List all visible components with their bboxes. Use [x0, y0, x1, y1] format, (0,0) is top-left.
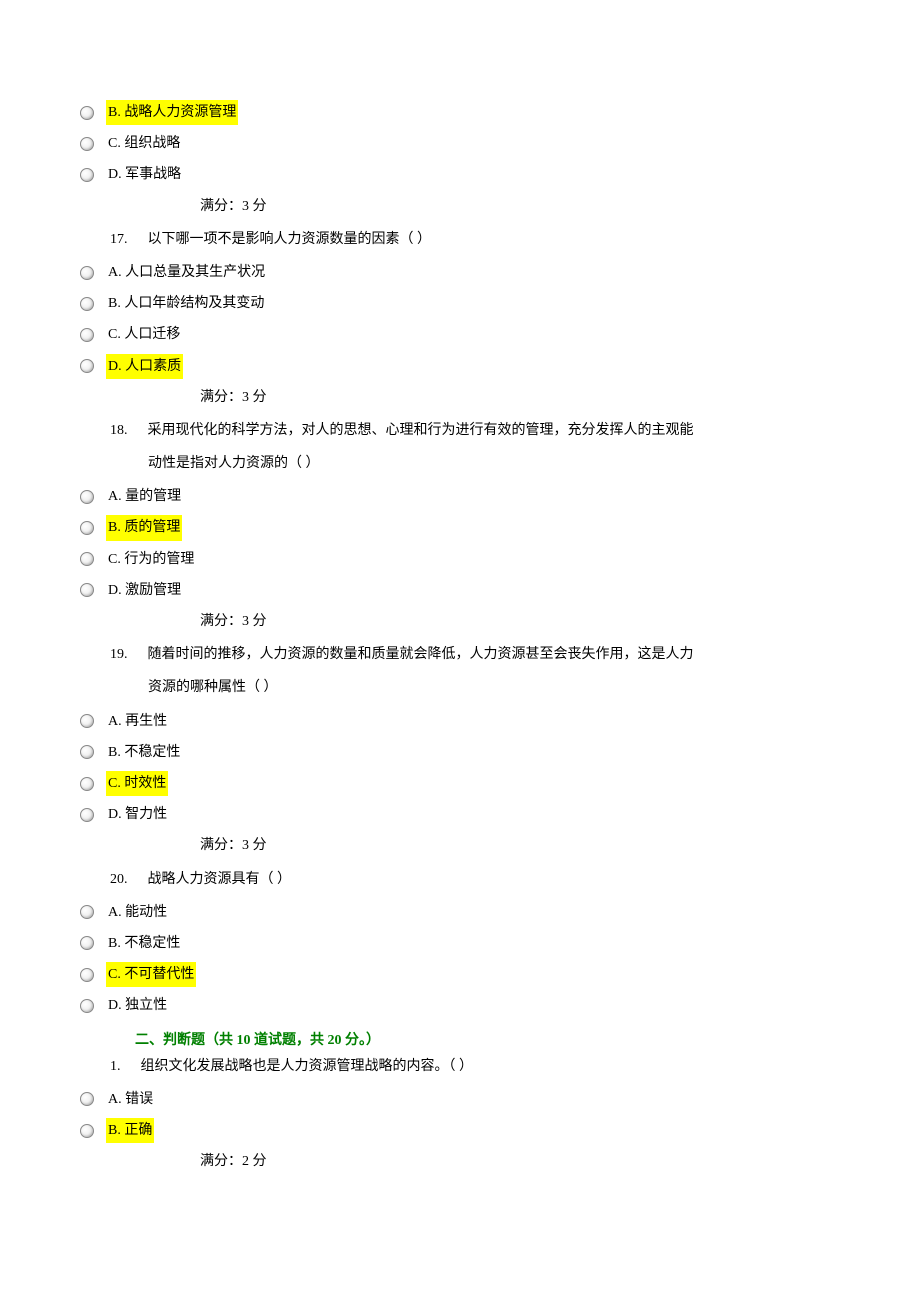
option-row: B. 人口年龄结构及其变动	[80, 291, 840, 316]
question-text-cont: 资源的哪种属性（ ）	[148, 675, 840, 700]
question-text: 采用现代化的科学方法，对人的思想、心理和行为进行有效的管理，充分发挥人的主观能	[148, 418, 841, 443]
score-text: 满分：3 分	[200, 385, 840, 410]
option-row: C. 行为的管理	[80, 547, 840, 572]
radio-icon[interactable]	[80, 297, 94, 311]
question-number: 17.	[110, 227, 128, 252]
option-text: B. 正确	[106, 1118, 154, 1143]
radio-icon[interactable]	[80, 777, 94, 791]
section-header: 二、判断题（共 10 道试题，共 20 分。）	[135, 1028, 840, 1053]
option-text: D. 人口素质	[106, 354, 183, 379]
option-row: A. 量的管理	[80, 484, 840, 509]
radio-icon[interactable]	[80, 583, 94, 597]
option-text: C. 行为的管理	[106, 547, 196, 572]
question-17: 17. 以下哪一项不是影响人力资源数量的因素（ ）	[110, 227, 840, 252]
option-row: C. 时效性	[80, 771, 840, 796]
radio-icon[interactable]	[80, 1092, 94, 1106]
option-text: A. 再生性	[106, 709, 169, 734]
option-row: A. 再生性	[80, 709, 840, 734]
radio-icon[interactable]	[80, 905, 94, 919]
radio-icon[interactable]	[80, 521, 94, 535]
option-text: B. 不稳定性	[106, 740, 182, 765]
score-text: 满分：3 分	[200, 194, 840, 219]
option-text: D. 激励管理	[106, 578, 183, 603]
option-text: C. 时效性	[106, 771, 168, 796]
question-18: 18. 采用现代化的科学方法，对人的思想、心理和行为进行有效的管理，充分发挥人的…	[110, 418, 840, 443]
radio-icon[interactable]	[80, 999, 94, 1013]
option-row: A. 能动性	[80, 900, 840, 925]
radio-icon[interactable]	[80, 808, 94, 822]
option-row: B. 不稳定性	[80, 931, 840, 956]
question-text: 以下哪一项不是影响人力资源数量的因素（ ）	[148, 227, 841, 252]
radio-icon[interactable]	[80, 968, 94, 982]
score-text: 满分：2 分	[200, 1149, 840, 1174]
radio-icon[interactable]	[80, 328, 94, 342]
radio-icon[interactable]	[80, 168, 94, 182]
question-number: 1.	[110, 1054, 121, 1079]
option-row: D. 人口素质	[80, 354, 840, 379]
option-text: D. 军事战略	[106, 162, 183, 187]
radio-icon[interactable]	[80, 714, 94, 728]
radio-icon[interactable]	[80, 490, 94, 504]
question-20: 20. 战略人力资源具有（ ）	[110, 867, 840, 892]
option-row: C. 不可替代性	[80, 962, 840, 987]
option-text: A. 人口总量及其生产状况	[106, 260, 267, 285]
option-text: A. 错误	[106, 1087, 155, 1112]
judge-question-1: 1. 组织文化发展战略也是人力资源管理战略的内容。（ ）	[110, 1054, 840, 1079]
option-text: D. 智力性	[106, 802, 169, 827]
radio-icon[interactable]	[80, 1124, 94, 1138]
radio-icon[interactable]	[80, 936, 94, 950]
radio-icon[interactable]	[80, 359, 94, 373]
option-row: D. 军事战略	[80, 162, 840, 187]
question-text: 随着时间的推移，人力资源的数量和质量就会降低，人力资源甚至会丧失作用，这是人力	[148, 642, 841, 667]
radio-icon[interactable]	[80, 745, 94, 759]
radio-icon[interactable]	[80, 137, 94, 151]
option-text: B. 战略人力资源管理	[106, 100, 238, 125]
radio-icon[interactable]	[80, 552, 94, 566]
option-row: B. 战略人力资源管理	[80, 100, 840, 125]
option-row: C. 人口迁移	[80, 322, 840, 347]
option-row: B. 正确	[80, 1118, 840, 1143]
option-row: D. 激励管理	[80, 578, 840, 603]
question-19: 19. 随着时间的推移，人力资源的数量和质量就会降低，人力资源甚至会丧失作用，这…	[110, 642, 840, 667]
option-row: A. 人口总量及其生产状况	[80, 260, 840, 285]
option-row: B. 不稳定性	[80, 740, 840, 765]
option-row: C. 组织战略	[80, 131, 840, 156]
radio-icon[interactable]	[80, 266, 94, 280]
option-row: B. 质的管理	[80, 515, 840, 540]
option-row: D. 独立性	[80, 993, 840, 1018]
score-text: 满分：3 分	[200, 609, 840, 634]
option-text: C. 不可替代性	[106, 962, 196, 987]
option-text: B. 不稳定性	[106, 931, 182, 956]
option-text: A. 能动性	[106, 900, 169, 925]
question-number: 20.	[110, 867, 128, 892]
option-text: B. 质的管理	[106, 515, 182, 540]
radio-icon[interactable]	[80, 106, 94, 120]
option-text: B. 人口年龄结构及其变动	[106, 291, 266, 316]
option-text: C. 组织战略	[106, 131, 182, 156]
question-number: 19.	[110, 642, 128, 667]
question-text-cont: 动性是指对人力资源的（ ）	[148, 451, 840, 476]
option-text: A. 量的管理	[106, 484, 183, 509]
option-text: C. 人口迁移	[106, 322, 182, 347]
question-number: 18.	[110, 418, 128, 443]
question-text: 组织文化发展战略也是人力资源管理战略的内容。（ ）	[141, 1054, 841, 1079]
option-text: D. 独立性	[106, 993, 169, 1018]
option-row: D. 智力性	[80, 802, 840, 827]
option-row: A. 错误	[80, 1087, 840, 1112]
score-text: 满分：3 分	[200, 833, 840, 858]
question-text: 战略人力资源具有（ ）	[148, 867, 841, 892]
